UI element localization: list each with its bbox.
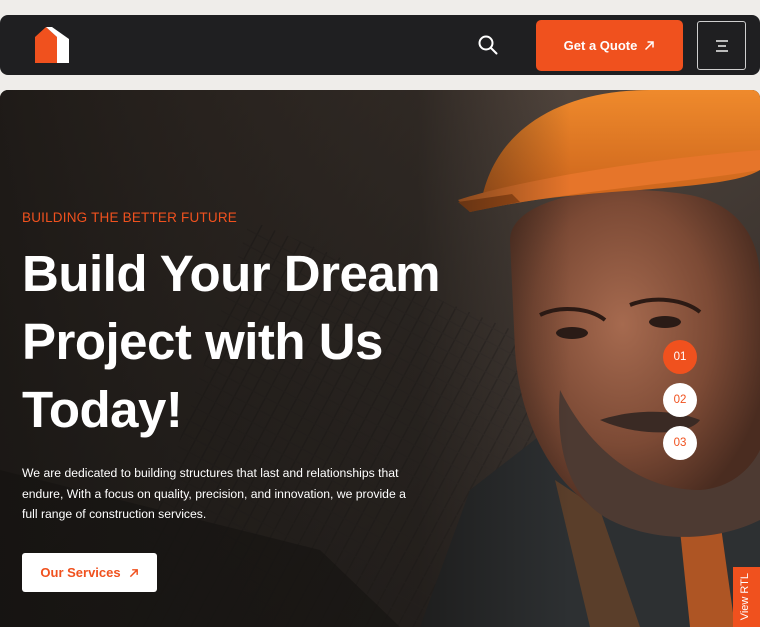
hamburger-menu-icon [715, 39, 728, 52]
arrow-up-right-icon [129, 568, 138, 577]
view-rtl-tab[interactable]: View RTL [733, 567, 760, 627]
get-a-quote-label: Get a Quote [563, 38, 638, 53]
hero-description: We are dedicated to building structures … [22, 466, 406, 521]
our-services-label: Our Services [40, 565, 121, 580]
site-header: Get a Quote [0, 15, 760, 75]
arrow-up-right-icon [645, 41, 655, 51]
slide-dot-02[interactable]: 02 [663, 383, 697, 417]
our-services-button[interactable]: Our Services [22, 553, 157, 592]
slide-dot-03[interactable]: 03 [663, 426, 697, 460]
search-icon[interactable] [476, 33, 500, 57]
hamburger-menu-button[interactable] [697, 21, 746, 70]
slide-dot-01[interactable]: 01 [663, 340, 697, 374]
view-rtl-label: View RTL [739, 573, 751, 621]
hero-eyebrow: BUILDING THE BETTER FUTURE [22, 210, 237, 225]
hero-section: BUILDING THE BETTER FUTURE Build Your Dr… [0, 90, 760, 627]
get-a-quote-button[interactable]: Get a Quote [536, 20, 683, 71]
hero-headline: Build Your Dream Project with Us Today! [22, 245, 441, 438]
house-logo-icon[interactable] [35, 27, 69, 63]
